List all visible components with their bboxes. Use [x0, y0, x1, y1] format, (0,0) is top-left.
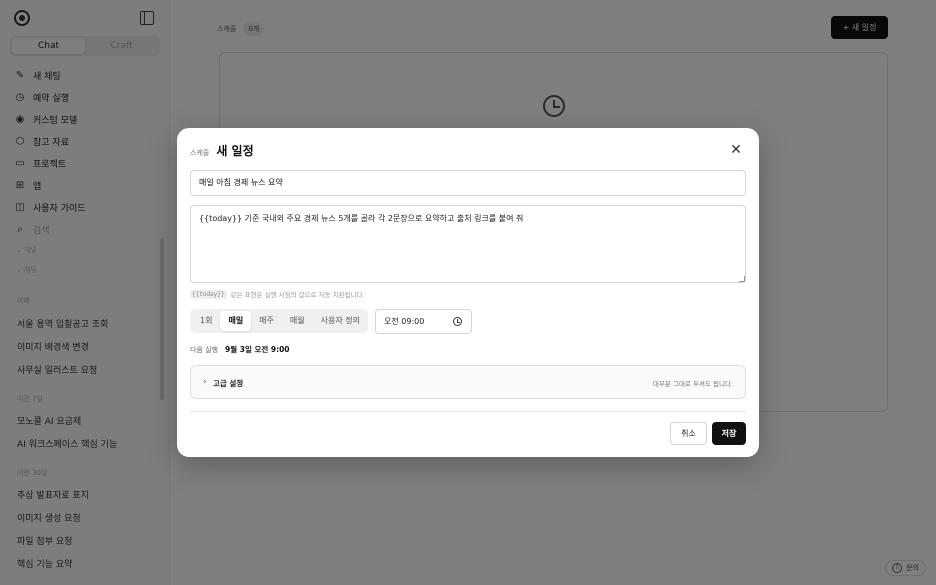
- save-button[interactable]: 저장: [712, 422, 746, 445]
- frequency-selector: 1회 매일 매주 매월 사용자 정의: [190, 309, 368, 333]
- dialog-title: 새 일정: [216, 144, 254, 158]
- next-run-label: 다음 실행: [190, 345, 218, 354]
- clock-icon[interactable]: [453, 317, 462, 326]
- cancel-button[interactable]: 취소: [670, 422, 707, 445]
- dialog-breadcrumb: 스케줄: [190, 149, 210, 157]
- frequency-option-daily[interactable]: 매일: [220, 311, 252, 331]
- next-run-value: 9월 3일 오전 9:00: [225, 345, 290, 354]
- frequency-option-monthly[interactable]: 매월: [282, 311, 313, 331]
- frequency-option-once[interactable]: 1회: [192, 311, 220, 331]
- advanced-settings-label: 고급 설정: [213, 379, 244, 388]
- frequency-option-custom[interactable]: 사용자 정의: [313, 311, 368, 331]
- chevron-right-icon: ›: [203, 377, 207, 387]
- time-input[interactable]: 오전 09:00: [375, 309, 472, 334]
- prompt-textarea[interactable]: {{today}} 기준 국내외 주요 경제 뉴스 5개를 골라 각 2문장으로…: [190, 205, 746, 283]
- resize-handle-icon[interactable]: [739, 276, 745, 282]
- variable-hint: {{today}} 같은 표현은 실행 시점의 값으로 자동 치환됩니다.: [190, 289, 365, 299]
- schedule-name-input[interactable]: 매일 아침 경제 뉴스 요약: [190, 170, 746, 196]
- close-icon[interactable]: ✕: [729, 143, 743, 157]
- new-schedule-dialog: 스케줄 새 일정 ✕ 매일 아침 경제 뉴스 요약 {{today}} 기준 국…: [177, 128, 759, 457]
- advanced-settings-hint: 대부분 그대로 두셔도 됩니다.: [652, 380, 733, 388]
- frequency-option-weekly[interactable]: 매주: [251, 311, 282, 331]
- dialog-header: 스케줄 새 일정: [190, 142, 254, 159]
- hint-code: {{today}}: [190, 289, 227, 299]
- hint-text: 같은 표현은 실행 시점의 값으로 자동 치환됩니다.: [230, 291, 365, 299]
- time-value: 오전 09:00: [384, 317, 425, 326]
- advanced-settings-toggle[interactable]: › 고급 설정 대부분 그대로 두셔도 됩니다.: [190, 365, 746, 399]
- next-run-info: 다음 실행 9월 3일 오전 9:00: [190, 344, 290, 355]
- divider: [190, 411, 746, 412]
